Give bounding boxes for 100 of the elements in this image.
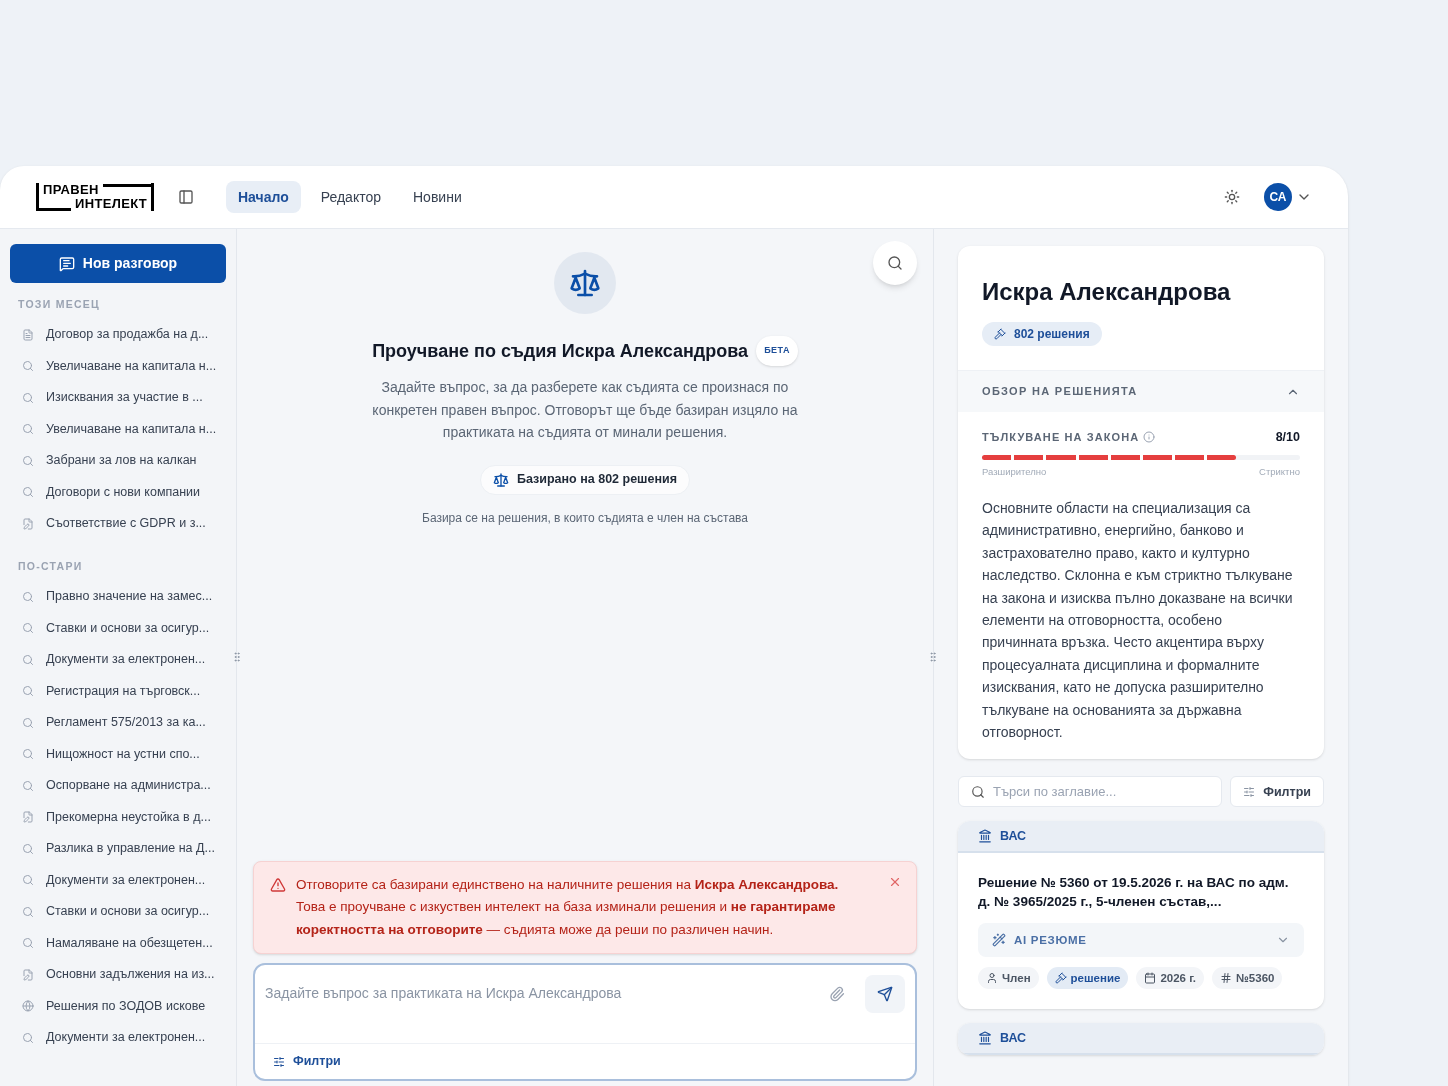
filters-button[interactable]: Филтри	[1230, 776, 1324, 808]
description: Задайте въпрос, за да разберете как съдията се произнася по конкретен правен въпрос. Отговорът ще бъде базиран изцяло на практиката на съдията от минали решения.	[371, 378, 799, 442]
scale-max-label: Стриктно	[1259, 464, 1300, 479]
conversation-item[interactable]: Договор за продажба на д...	[10, 318, 226, 351]
decisions-count-badge: 802 решения	[982, 322, 1102, 346]
nav-tab[interactable]: Начало	[226, 181, 301, 213]
search-icon	[22, 391, 34, 404]
conversation-item[interactable]: Договори с нови компании	[10, 476, 226, 508]
building-icon	[978, 829, 992, 844]
section-heading: ТОЗИ МЕСЕЦ	[17, 297, 101, 312]
wand-icon	[992, 933, 1006, 948]
basis-note: Базира се на решения, в които съдията е член на състава	[422, 509, 748, 527]
filters-button[interactable]: Филтри	[273, 1052, 341, 1071]
calendar-icon	[1144, 972, 1157, 985]
conversation-item[interactable]: Документи за електронен...	[10, 864, 226, 896]
note-icon	[22, 517, 34, 530]
search-icon	[22, 423, 34, 435]
sliders-icon	[1243, 785, 1256, 798]
search-icon	[22, 874, 34, 887]
conversation-item[interactable]: Разлика в управление на Д...	[10, 833, 226, 865]
conversation-item[interactable]: Документи за електронен...	[10, 1022, 226, 1054]
conversation-item[interactable]: Правно значение на замес...	[10, 581, 226, 613]
resize-handle-icon[interactable]	[927, 651, 939, 663]
question-input[interactable]: Задайте въпрос за практиката на Искра Александрова	[265, 975, 821, 1011]
tag: решение	[1046, 967, 1129, 990]
conversation-item[interactable]: Регламент 575/2013 за ка...	[10, 707, 226, 739]
conversation-item[interactable]: Ставки и основи за осигур...	[10, 896, 226, 928]
sidebar-toggle-icon[interactable]	[178, 189, 194, 205]
conversation-item[interactable]: Изисквания за участие в ...	[10, 381, 226, 414]
conversation-item[interactable]: Документи за електронен...	[10, 644, 226, 676]
note-icon	[22, 811, 34, 824]
nav-tab[interactable]: Новини	[401, 181, 474, 213]
search-icon	[22, 360, 34, 372]
chat-icon	[58, 255, 75, 272]
page-title: Проучване по съдия Искра Александрова	[372, 339, 749, 363]
section-heading: ПО-СТАРИ	[17, 559, 84, 575]
decisions-chip: Базирано на 802 решения	[480, 464, 690, 495]
logo[interactable]: ПРАВЕН ИНТЕЛЕКТ	[36, 183, 154, 211]
conversation-item[interactable]: Регистрация на търговск...	[10, 675, 226, 707]
tag: Член	[978, 967, 1039, 990]
document-icon	[22, 328, 34, 341]
search-icon	[22, 842, 34, 855]
question-composer[interactable]: Задайте въпрос за практиката на Искра Александрова Филтри	[253, 963, 917, 1081]
new-conversation-button[interactable]: Нов разговор	[10, 244, 226, 283]
decision-search-input[interactable]: Търси по заглавие...	[993, 782, 1210, 802]
scale-min-label: Разширително	[982, 464, 1047, 479]
judge-name: Искра Александрова	[982, 277, 1232, 307]
nav-tab[interactable]: Редактор	[308, 181, 393, 213]
conversation-item[interactable]: Увеличаване на капитала н...	[10, 413, 226, 445]
gavel-icon	[1054, 972, 1067, 985]
search-icon	[22, 905, 34, 918]
search-icon	[22, 454, 34, 467]
court-header: ВАС	[958, 821, 1324, 854]
conversation-item[interactable]: Основни задължения на из...	[10, 959, 226, 991]
send-icon	[877, 986, 893, 1002]
search-icon	[971, 784, 985, 799]
search-icon	[22, 590, 34, 603]
search-icon	[22, 937, 34, 950]
warning-text: Отговорите са базирани единствено на наличните решения на Искра Александрова. Това е проучване с изкуствен интелект на база изминали решения и не гарантираме коректността на отговорите — съдията може да реши по различен начин.	[296, 875, 840, 939]
conversation-item[interactable]: Решения по ЗОДОВ искове	[10, 990, 226, 1022]
send-button[interactable]	[865, 975, 905, 1013]
info-icon[interactable]	[1143, 431, 1156, 444]
resize-handle-icon[interactable]	[231, 651, 243, 663]
decision-search-field[interactable]: Търси по заглавие...	[958, 776, 1223, 808]
conversation-item[interactable]: Забрани за лов на калкан	[10, 444, 226, 477]
gavel-icon	[994, 328, 1006, 340]
conversation-item[interactable]: Нищожност на устни спо...	[10, 738, 226, 770]
paperclip-icon[interactable]	[829, 986, 845, 1002]
ai-summary-toggle[interactable]: AI РЕЗЮМЕ	[978, 923, 1304, 958]
search-icon	[22, 716, 34, 729]
tag: №5360	[1212, 967, 1283, 990]
search-icon	[22, 486, 34, 498]
conversation-item[interactable]: Оспорване на администра...	[10, 770, 226, 802]
hash-icon	[1220, 972, 1233, 985]
court-header: ВАС	[958, 1023, 1324, 1056]
beta-badge: БЕТА	[756, 336, 798, 366]
conversation-item[interactable]: Прекомерна неустойка в д...	[10, 801, 226, 833]
user-avatar[interactable]: СА	[1264, 183, 1292, 211]
meter-reading: 8/10	[1275, 429, 1300, 446]
person-icon	[986, 972, 998, 985]
theme-toggle-icon[interactable]	[1224, 189, 1240, 205]
scale-icon	[493, 471, 509, 488]
decision-title[interactable]: Решение № 5360 от 19.5.2026 г. на ВАС по адм. д. № 3965/2025 г., 5-членен състав,...	[978, 873, 1304, 912]
overview-header[interactable]: ОБЗОР НА РЕШЕНИЯТА	[958, 370, 1324, 412]
search-icon	[887, 255, 903, 271]
tag: 2026 г.	[1136, 967, 1205, 990]
meter-label: ТЪЛКУВАНЕ НА ЗАКОНА	[982, 430, 1140, 446]
search-icon	[22, 653, 34, 666]
conversation-item[interactable]: Съответствие с GDPR и з...	[10, 507, 226, 540]
decision-card[interactable]: ВАС Решение № 5360 от 19.5.2026 г. на ВАС по адм. д. № 3965/2025 г., 5-членен състав,... AI РЕЗЮМЕ Член решение 2026 г. №5360	[958, 821, 1324, 1010]
sliders-icon	[273, 1055, 285, 1068]
note-icon	[22, 968, 34, 981]
building-icon	[978, 1031, 992, 1046]
search-icon	[22, 779, 34, 792]
conversation-item[interactable]: Намаляване на обезщетен...	[10, 927, 226, 959]
search-button[interactable]	[873, 241, 917, 285]
judge-summary: Основните области на специализация са административно, енергийно, банково и застрахователно право, както и културно наследство. Склонна е към стриктно тълкуване на закона и изисква пълно доказване на всички елементи на отговорността, особено причинната връзка. Често акцентира върху процесуалната дисциплина и формалните изисквания, като не допуска разширително тълкуване на основанията за държавна отговорност.	[982, 499, 1294, 743]
search-icon	[22, 1031, 34, 1044]
conversation-item[interactable]: Ставки и основи за осигур...	[10, 612, 226, 644]
conversation-item[interactable]: Увеличаване на капитала н...	[10, 350, 226, 382]
